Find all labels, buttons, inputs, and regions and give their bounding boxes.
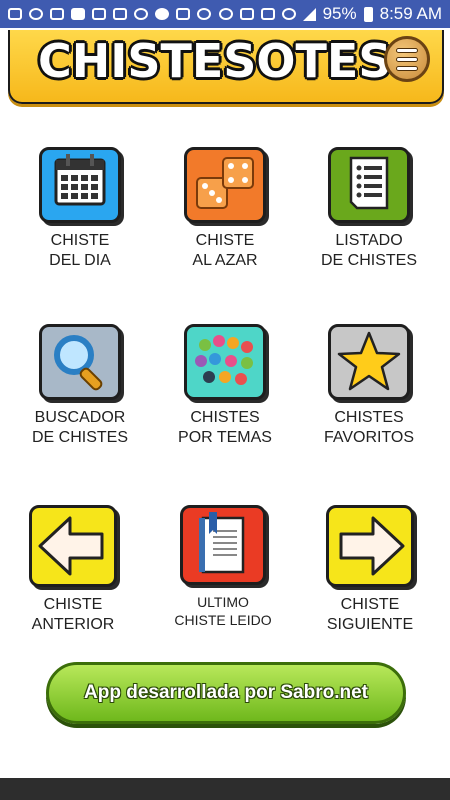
tile-label: LISTADO DE CHISTES: [320, 232, 417, 269]
app-header: CHISTESOTES: [8, 30, 444, 104]
record-icon: [155, 8, 169, 20]
tile-buscador-de-chistes[interactable]: BUSCADOR DE CHISTES: [20, 324, 140, 448]
more-notifications-icon: [197, 8, 211, 20]
sync-icon: [29, 8, 43, 20]
eye-icon: [50, 8, 64, 20]
tile-label: CHISTE DEL DIA: [49, 232, 111, 269]
star-icon: [328, 324, 410, 400]
app-notification-icon: [71, 8, 85, 20]
document-list-icon: [328, 147, 410, 223]
tile-chiste-del-dia[interactable]: CHISTE DEL DIA: [20, 147, 140, 271]
wifi-icon: [281, 8, 296, 20]
menu-button[interactable]: [384, 36, 430, 82]
status-bar: 95% 8:59 AM: [0, 0, 450, 28]
book-icon: [180, 505, 266, 585]
music-icon: [134, 8, 148, 20]
tile-chiste-al-azar[interactable]: CHISTE AL AZAR: [165, 147, 285, 271]
battery-icon: [363, 6, 373, 22]
mute-icon: [260, 8, 275, 20]
developer-credit-button[interactable]: App desarrollada por Sabro.net: [46, 662, 406, 724]
tile-label: ULTIMO CHISTE LEIDO: [174, 594, 272, 628]
calendar-icon: [39, 147, 121, 223]
app-title: CHISTESOTES: [38, 34, 392, 88]
tile-listado-de-chistes[interactable]: LISTADO DE CHISTES: [309, 147, 429, 271]
bluetooth-icon: [218, 8, 233, 20]
tile-chistes-favoritos[interactable]: CHISTES FAVORITOS: [309, 324, 429, 448]
tile-label: BUSCADOR DE CHISTES: [31, 409, 128, 446]
tile-label: CHISTE ANTERIOR: [31, 596, 115, 633]
menu-icon-line: [396, 56, 418, 62]
tile-label: CHISTES FAVORITOS: [323, 409, 415, 446]
navigation-bar: [0, 778, 450, 800]
email-icon: [113, 8, 127, 20]
game-icon: [176, 8, 190, 20]
tile-ultimo-chiste-leido[interactable]: ULTIMO CHISTE LEIDO: [163, 505, 283, 629]
menu-icon-line: [396, 65, 418, 71]
notification-icons: [8, 8, 211, 20]
clock: 8:59 AM: [379, 4, 442, 23]
menu-icon: [396, 47, 418, 53]
dice-icon: [184, 147, 266, 223]
tile-label: CHISTE AL AZAR: [192, 232, 258, 269]
tile-chiste-anterior[interactable]: CHISTE ANTERIOR: [13, 505, 133, 635]
magnifier-icon: [39, 324, 121, 400]
nfc-icon: [239, 8, 254, 20]
battery-percent: 95%: [322, 4, 357, 23]
arrow-left-icon: [29, 505, 117, 587]
tile-chistes-por-temas[interactable]: CHISTES POR TEMAS: [165, 324, 285, 448]
signal-icon: [302, 7, 316, 21]
chat-icon: [8, 8, 22, 20]
tile-label: CHISTE SIGUIENTE: [326, 596, 414, 633]
topics-icon: [184, 324, 266, 400]
system-icons: 95% 8:59 AM: [218, 4, 442, 24]
tile-label: CHISTES POR TEMAS: [178, 409, 272, 446]
tile-chiste-siguiente[interactable]: CHISTE SIGUIENTE: [310, 505, 430, 635]
wifi-notification-icon: [92, 8, 106, 20]
arrow-right-icon: [326, 505, 414, 587]
